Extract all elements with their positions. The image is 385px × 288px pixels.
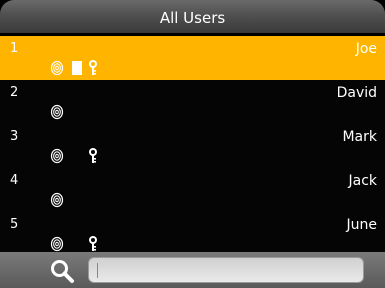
fingerprint-icon xyxy=(50,236,64,252)
user-credentials xyxy=(0,60,140,76)
user-id: 4 xyxy=(10,173,19,188)
user-id: 1 xyxy=(10,41,19,56)
page-title: All Users xyxy=(159,9,226,27)
user-row[interactable]: 2 David xyxy=(0,80,385,125)
search-bar xyxy=(0,252,385,288)
fingerprint-icon xyxy=(50,60,64,76)
key-icon xyxy=(89,236,97,251)
user-name: Mark xyxy=(342,129,377,145)
fingerprint-icon xyxy=(50,148,64,164)
user-row[interactable]: 1 Joe xyxy=(0,36,385,80)
fingerprint-icon xyxy=(50,104,64,120)
search-icon[interactable] xyxy=(48,257,76,285)
user-id: 3 xyxy=(10,129,19,144)
user-credentials xyxy=(0,148,140,164)
user-credentials xyxy=(0,192,140,208)
fingerprint-icon xyxy=(50,192,64,208)
user-name: June xyxy=(346,217,378,233)
user-credentials xyxy=(0,236,140,252)
screen: All Users 1 Joe 2 David 3 Mark 4 Jack 5 … xyxy=(0,0,385,288)
title-bar: All Users xyxy=(0,0,385,33)
user-name: Joe xyxy=(355,41,377,57)
user-row[interactable]: 3 Mark xyxy=(0,124,385,169)
key-icon xyxy=(89,148,97,163)
key-icon xyxy=(89,60,97,75)
search-input[interactable] xyxy=(88,257,364,283)
user-credentials xyxy=(0,104,140,120)
user-row[interactable]: 5 June xyxy=(0,212,385,257)
user-name: David xyxy=(336,85,377,101)
user-name: Jack xyxy=(348,173,377,189)
text-cursor xyxy=(97,263,98,278)
user-id: 5 xyxy=(10,217,19,232)
card-icon xyxy=(72,61,82,75)
user-id: 2 xyxy=(10,85,19,100)
user-row[interactable]: 4 Jack xyxy=(0,168,385,213)
